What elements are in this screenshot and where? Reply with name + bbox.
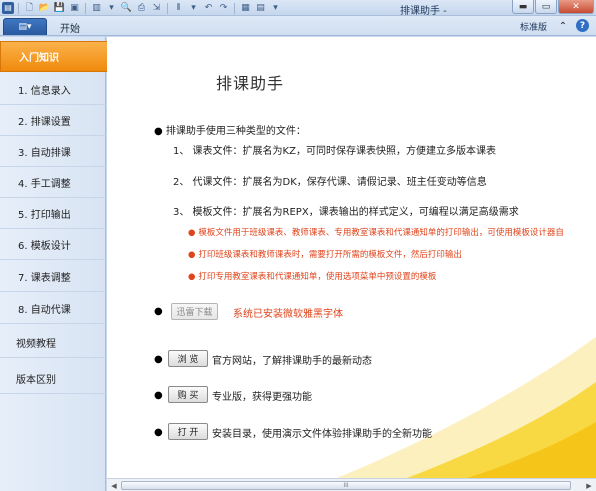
sidebar-item-auto-schedule[interactable]: 3. 自动排课 — [0, 136, 106, 167]
file-type-repx: 3、 模板文件：扩展名为REPX，课表输出的样式定义，可编程以满足高级需求 — [173, 207, 519, 218]
template-note-text: 打印专用教室课表和代课通知单，使用选项菜单中预设置的模板 — [198, 272, 437, 282]
toolbar-separator — [85, 2, 86, 14]
template-note: ● 打印专用教室课表和代课通知单，使用选项菜单中预设置的模板 — [188, 270, 436, 282]
bullet-icon: ● — [154, 427, 163, 438]
sidebar-item-label: 8. 自动代课 — [18, 304, 71, 316]
bullet-icon: ● — [154, 126, 166, 137]
sidebar-item-print-output[interactable]: 5. 打印输出 — [0, 198, 106, 229]
collapse-ribbon-icon[interactable]: ⌃ — [556, 19, 570, 33]
sidebar-item-auto-substitute[interactable]: 8. 自动代课 — [0, 293, 106, 324]
grid-icon[interactable]: ▦ — [239, 2, 252, 14]
open-folder-icon[interactable]: 📂 — [38, 2, 51, 14]
chart-icon[interactable]: ⫴ — [172, 2, 185, 14]
redo-icon[interactable]: ↷ — [217, 2, 230, 14]
font-installed-note: 系统已安装微软雅黑字体 — [233, 309, 343, 320]
toolbar-separator — [167, 2, 168, 14]
template-note: ● 模板文件用于班级课表、教师课表、专用教室课表和代课通知单的打印输出，可使用模板… — [188, 226, 564, 238]
sidebar-item-timetable-adjust[interactable]: 7. 课表调整 — [0, 261, 106, 292]
bullet-icon: ● — [188, 272, 196, 282]
toolbar-separator — [18, 2, 19, 14]
bullet-icon: ● — [188, 228, 196, 238]
save-icon[interactable]: 💾 — [53, 2, 66, 14]
close-button[interactable]: ✕ — [558, 0, 594, 14]
sidebar-item-label: 2. 排课设置 — [18, 116, 71, 128]
tab-start[interactable]: 开始 — [60, 20, 80, 35]
file-menu-tab[interactable]: ▤▾ — [3, 18, 47, 35]
template-note-text: 模板文件用于班级课表、教师课表、专用教室课表和代课通知单的打印输出，可使用模板设… — [198, 228, 564, 238]
open-description: 安装目录，使用演示文件体验排课助手的全新功能 — [212, 429, 432, 440]
layout-icon[interactable]: ▥ — [90, 2, 103, 14]
open-button[interactable]: 打 开 — [168, 423, 208, 440]
undo-icon[interactable]: ↶ — [202, 2, 215, 14]
intro-line: ● 排课助手使用三种类型的文件： — [154, 122, 306, 137]
bullet-icon: ● — [154, 354, 163, 365]
sidebar-item-label: 版本区别 — [16, 374, 56, 386]
bullet-icon: ● — [154, 306, 163, 317]
horizontal-scrollbar[interactable]: ◀ III ▶ — [107, 478, 596, 491]
sidebar-item-label: 1. 信息录入 — [18, 85, 71, 97]
maximize-button[interactable]: ▭ — [535, 0, 557, 14]
dropdown-icon[interactable]: ▾ — [105, 2, 118, 14]
save-as-icon[interactable]: ▣ — [68, 2, 81, 14]
sidebar-item-version-diff[interactable]: 版本区别 — [0, 363, 106, 394]
window-controls: ▬ ▭ ✕ — [512, 0, 594, 14]
edition-label: 标准版 — [520, 23, 548, 33]
bullet-icon: ● — [188, 250, 196, 260]
scroll-right-arrow-icon[interactable]: ▶ — [583, 480, 595, 491]
sidebar-item-info-entry[interactable]: 1. 信息录入 — [0, 74, 106, 105]
file-type-dk: 2、 代课文件：扩展名为DK，保存代课、请假记录、班主任变动等信息 — [173, 177, 487, 188]
intro-text: 排课助手使用三种类型的文件： — [165, 126, 306, 137]
sidebar-item-manual-adjust[interactable]: 4. 手工调整 — [0, 167, 106, 198]
scrollbar-grip: III — [343, 482, 349, 489]
buy-description: 专业版，获得更强功能 — [212, 392, 312, 403]
sidebar-item-label: 7. 课表调整 — [18, 272, 71, 284]
print-preview-icon[interactable]: 🔍 — [120, 2, 133, 14]
minimize-button[interactable]: ▬ — [512, 0, 534, 14]
buy-button[interactable]: 购 买 — [168, 386, 208, 403]
new-document-icon[interactable]: 🗋 — [23, 2, 36, 14]
sidebar-item-label: 5. 打印输出 — [18, 209, 71, 221]
title-bar: ▤ 🗋 📂 💾 ▣ ▥ ▾ 🔍 ⎙ ⇲ ⫴ ▾ ↶ ↷ ▦ ▤ ▾ 排课助手 -… — [0, 0, 596, 17]
window-title: 排课助手 - — [400, 6, 447, 17]
browse-description: 官方网站，了解排课助手的最新动态 — [212, 356, 372, 367]
sidebar-item-video-tutorial[interactable]: 视频教程 — [0, 327, 106, 358]
scroll-left-arrow-icon[interactable]: ◀ — [108, 480, 120, 491]
customize-toolbar-icon[interactable]: ▾ — [269, 2, 282, 14]
sidebar-item-label: 视频教程 — [16, 338, 56, 350]
file-type-kz: 1、 课表文件：扩展名为KZ，可同时保存课表快照，方便建立多版本课表 — [173, 146, 496, 157]
scrollbar-thumb[interactable]: III — [121, 481, 571, 490]
sidebar-item-template-design[interactable]: 6. 模板设计 — [0, 229, 106, 260]
sidebar: 入门知识 1. 信息录入 2. 排课设置 3. 自动排课 4. 手工调整 5. … — [0, 37, 115, 491]
ribbon-tab-bar: ▤▾ 开始 标准版 ⌃ ? — [0, 16, 596, 36]
dropdown-icon[interactable]: ▾ — [187, 2, 200, 14]
help-icon[interactable]: ? — [576, 19, 589, 32]
sidebar-item-label: 入门知识 — [19, 53, 59, 64]
sidebar-item-intro[interactable]: 入门知识 — [0, 41, 115, 72]
thunder-download-button[interactable]: 迅雷下载 — [171, 303, 218, 320]
table-icon[interactable]: ▤ — [254, 2, 267, 14]
sidebar-item-label: 4. 手工调整 — [18, 178, 71, 190]
template-note-text: 打印班级课表和教师课表时，需要打开所需的模板文件，然后打印输出 — [198, 250, 462, 260]
app-menu-icon[interactable]: ▤ — [2, 2, 14, 14]
sidebar-item-schedule-settings[interactable]: 2. 排课设置 — [0, 105, 106, 136]
print-icon[interactable]: ⎙ — [135, 2, 148, 14]
sidebar-item-label: 3. 自动排课 — [18, 147, 71, 159]
sidebar-item-label: 6. 模板设计 — [18, 240, 71, 252]
page-title: 排课助手 — [216, 74, 285, 93]
toolbar-separator — [234, 2, 235, 14]
quick-access-toolbar: ▤ 🗋 📂 💾 ▣ ▥ ▾ 🔍 ⎙ ⇲ ⫴ ▾ ↶ ↷ ▦ ▤ ▾ — [2, 1, 282, 15]
main-content: 排课助手 ● 排课助手使用三种类型的文件： 1、 课表文件：扩展名为KZ，可同时… — [107, 37, 596, 478]
browse-button[interactable]: 浏 览 — [168, 350, 208, 367]
export-icon[interactable]: ⇲ — [150, 2, 163, 14]
template-note: ● 打印班级课表和教师课表时，需要打开所需的模板文件，然后打印输出 — [188, 248, 462, 260]
bullet-icon: ● — [154, 390, 163, 401]
